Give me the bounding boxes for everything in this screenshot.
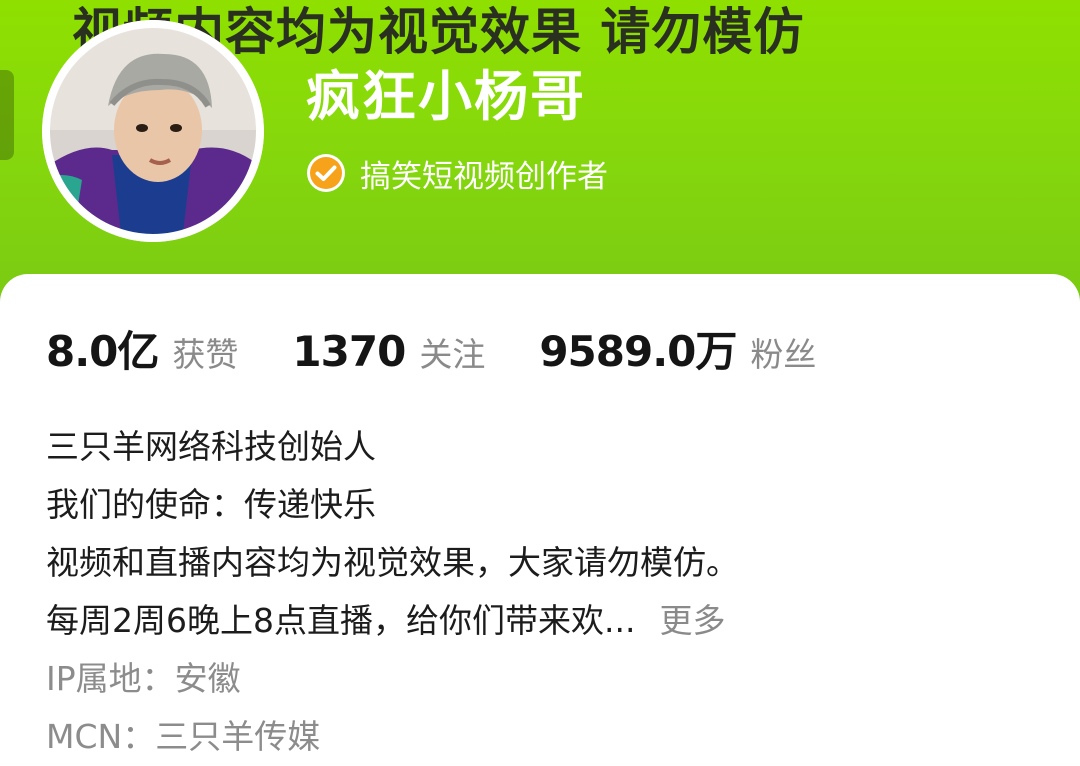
bio-line-truncated: 每周2周6晚上8点直播，给你们带来欢... 更多 <box>46 592 1046 650</box>
banner-decoration <box>0 70 14 160</box>
stat-likes[interactable]: 8.0亿 获赞 <box>46 318 238 379</box>
ip-location: IP属地：安徽 <box>46 659 241 698</box>
bio-line: 三只羊网络科技创始人 <box>46 427 376 466</box>
profile-name: 疯狂小杨哥 <box>306 65 586 128</box>
bio-line: 我们的使命：传递快乐 <box>46 485 376 524</box>
stat-followers[interactable]: 9589.0万 粉丝 <box>539 318 816 379</box>
badge-label: 搞笑短视频创作者 <box>360 158 608 195</box>
stat-value: 9589.0万 <box>539 327 737 376</box>
bio-line-text: 每周2周6晚上8点直播，给你们带来欢... <box>46 601 636 640</box>
mcn-info: MCN：三只羊传媒 <box>46 717 321 756</box>
stats-row: 8.0亿 获赞 1370 关注 9589.0万 粉丝 <box>46 318 870 382</box>
stat-following[interactable]: 1370 关注 <box>292 327 485 376</box>
stat-label: 获赞 <box>172 335 239 374</box>
more-link[interactable]: 更多 <box>659 601 725 640</box>
avatar-portrait-image <box>42 20 264 242</box>
stat-label: 粉丝 <box>750 335 817 374</box>
stat-value: 8.0亿 <box>46 327 159 376</box>
verified-check-icon <box>307 154 345 192</box>
bio-line: 视频和直播内容均为视觉效果，大家请勿模仿。 <box>46 543 739 582</box>
stat-label: 关注 <box>419 335 486 374</box>
profile-bio: 三只羊网络科技创始人 我们的使命：传递快乐 视频和直播内容均为视觉效果，大家请勿… <box>46 418 1046 766</box>
verified-badge[interactable]: 搞笑短视频创作者 <box>306 150 608 196</box>
avatar[interactable] <box>42 20 264 242</box>
stat-value: 1370 <box>292 327 406 376</box>
